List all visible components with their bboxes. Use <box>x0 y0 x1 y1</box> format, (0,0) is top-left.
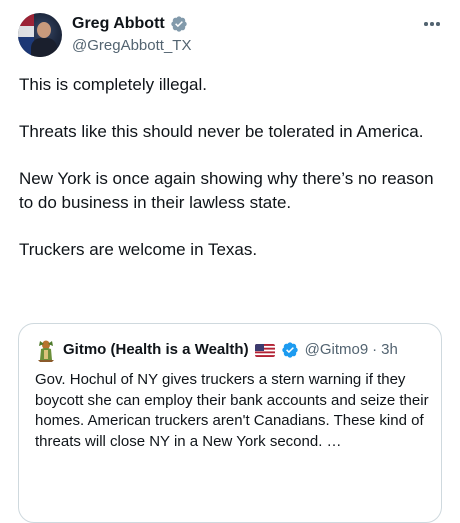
tweet-paragraph: Truckers are welcome in Texas. <box>19 239 258 259</box>
quoted-tweet-timestamp[interactable]: 3h <box>381 340 398 360</box>
avatar-head <box>37 22 51 38</box>
more-dot <box>430 22 434 26</box>
verified-badge-icon <box>171 15 187 32</box>
us-flag-icon <box>254 343 275 357</box>
quoted-tweet-card[interactable]: Gitmo (Health is a Wealth) @Gitmo9 · 3h … <box>18 323 442 523</box>
quoted-author-name[interactable]: Gitmo (Health is a Wealth) <box>63 340 249 360</box>
quoted-author-handle[interactable]: @Gitmo9 <box>305 340 369 360</box>
tweet-paragraph: This is completely illegal. <box>19 75 208 94</box>
tweet-paragraph: Threats like this should never be tolera… <box>19 122 424 141</box>
tweet: Greg Abbott @GregAbbott_TX This is compl… <box>0 0 460 523</box>
quoted-tweet-text: Gov. Hochul of NY gives truckers a stern… <box>35 371 429 450</box>
author-avatar[interactable] <box>18 13 62 57</box>
avatar-body <box>31 38 57 57</box>
author-handle[interactable]: @GregAbbott_TX <box>72 36 191 55</box>
tweet-paragraph: New York is once again showing why there… <box>19 169 434 212</box>
author-name-row: Greg Abbott <box>72 14 188 33</box>
more-dot <box>436 22 440 26</box>
quoted-author-avatar-icon[interactable] <box>35 338 57 362</box>
verified-badge-icon <box>281 342 298 358</box>
more-dot <box>424 22 428 26</box>
author-display-name[interactable]: Greg Abbott <box>72 14 165 33</box>
separator-dot: · <box>372 341 378 358</box>
tweet-text: This is completely illegal. Threats like… <box>19 73 444 261</box>
more-options-icon[interactable] <box>420 14 444 34</box>
quoted-tweet-header: Gitmo (Health is a Wealth) @Gitmo9 · 3h <box>35 338 398 362</box>
